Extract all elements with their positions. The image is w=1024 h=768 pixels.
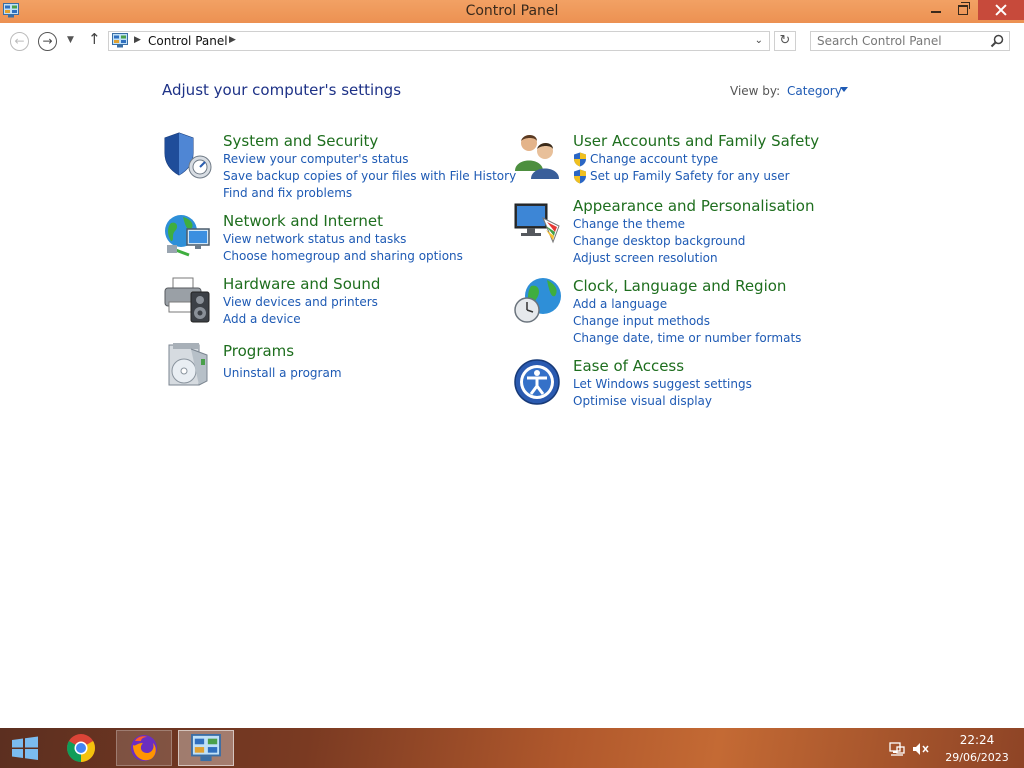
search-input[interactable] [817, 33, 987, 49]
link-optimise-visual-display[interactable]: Optimise visual display [573, 393, 873, 410]
search-box[interactable] [810, 31, 1010, 51]
window-title: Control Panel [465, 3, 559, 19]
category-title[interactable]: Appearance and Personalisation [573, 196, 873, 216]
category-title[interactable]: System and Security [223, 131, 523, 151]
link-input-methods[interactable]: Change input methods [573, 313, 873, 330]
view-by-dropdown[interactable]: Category [787, 84, 842, 98]
link-homegroup-sharing[interactable]: Choose homegroup and sharing options [223, 248, 523, 265]
programs-disc-icon [168, 343, 208, 386]
link-uninstall-program[interactable]: Uninstall a program [223, 365, 523, 382]
restore-button[interactable] [950, 0, 974, 20]
taskbar-control-panel-button[interactable] [178, 730, 234, 766]
network-globe-icon [165, 215, 210, 257]
link-label: Set up Family Safety for any user [590, 169, 790, 183]
page-title: Adjust your computer's settings [162, 81, 402, 99]
link-file-history[interactable]: Save backup copies of your files with Fi… [223, 168, 523, 185]
breadcrumb-control-panel[interactable]: Control Panel [148, 34, 228, 48]
control-panel-icon [191, 734, 221, 762]
uac-shield-icon [574, 169, 586, 184]
taskbar [0, 728, 1024, 768]
link-screen-resolution[interactable]: Adjust screen resolution [573, 250, 873, 267]
link-network-status[interactable]: View network status and tasks [223, 231, 523, 248]
clock-globe-icon [514, 278, 561, 323]
uac-shield-icon [574, 152, 586, 167]
users-icon [515, 135, 559, 179]
clock-time[interactable]: 22:24 [940, 733, 1014, 747]
restore-icon [958, 2, 970, 15]
taskbar-firefox-button[interactable] [116, 730, 172, 766]
category-title[interactable]: Ease of Access [573, 356, 873, 376]
monitor-palette-icon [514, 203, 560, 244]
category-title[interactable]: Clock, Language and Region [573, 276, 873, 296]
firefox-icon [131, 735, 157, 761]
breadcrumb-arrow-icon[interactable]: ▶ [229, 35, 236, 45]
link-find-fix-problems[interactable]: Find and fix problems [223, 185, 523, 202]
link-devices-printers[interactable]: View devices and printers [223, 294, 523, 311]
close-button[interactable] [978, 0, 1024, 20]
start-windows-icon[interactable] [0, 728, 50, 768]
minimize-button[interactable] [922, 0, 950, 20]
chevron-down-icon[interactable] [840, 87, 848, 92]
up-button[interactable]: ↑ [88, 30, 101, 48]
ease-of-access-icon [514, 359, 560, 405]
category-title[interactable]: Network and Internet [223, 211, 523, 231]
chrome-icon [67, 734, 95, 762]
taskbar-chrome-button[interactable] [54, 730, 110, 766]
category-title[interactable]: User Accounts and Family Safety [573, 131, 873, 151]
back-button[interactable]: ← [10, 32, 29, 51]
link-change-theme[interactable]: Change the theme [573, 216, 873, 233]
view-by-label: View by: [730, 84, 781, 98]
shield-icon [164, 132, 212, 179]
refresh-button[interactable]: ↻ [774, 31, 796, 51]
navigation-bar: ← → ▼ ↑ ▶ Control Panel ▶ ⌄ ↻ [0, 23, 1024, 59]
link-review-status[interactable]: Review your computer's status [223, 151, 523, 168]
network-tray-icon[interactable] [889, 741, 905, 757]
recent-locations-dropdown[interactable]: ▼ [67, 35, 74, 45]
volume-muted-tray-icon[interactable] [912, 741, 930, 757]
category-title[interactable]: Programs [223, 341, 523, 361]
search-icon[interactable] [990, 34, 1004, 48]
link-date-time-formats[interactable]: Change date, time or number formats [573, 330, 873, 347]
address-bar[interactable]: ▶ Control Panel ▶ ⌄ [108, 31, 770, 51]
control-panel-icon [112, 33, 128, 48]
title-bar: Control Panel [0, 0, 1024, 23]
link-windows-suggest-settings[interactable]: Let Windows suggest settings [573, 376, 873, 393]
breadcrumb-arrow-icon[interactable]: ▶ [134, 35, 141, 45]
link-add-device[interactable]: Add a device [223, 311, 523, 328]
category-title[interactable]: Hardware and Sound [223, 274, 523, 294]
clock-date[interactable]: 29/06/2023 [940, 751, 1014, 764]
printer-speaker-icon [164, 277, 210, 323]
link-add-language[interactable]: Add a language [573, 296, 873, 313]
link-change-account-type[interactable]: Change account type [573, 151, 873, 168]
link-label: Change account type [590, 152, 719, 166]
link-family-safety[interactable]: Set up Family Safety for any user [573, 168, 873, 185]
forward-button[interactable]: → [38, 32, 57, 51]
address-dropdown-icon[interactable]: ⌄ [755, 35, 763, 46]
link-desktop-background[interactable]: Change desktop background [573, 233, 873, 250]
